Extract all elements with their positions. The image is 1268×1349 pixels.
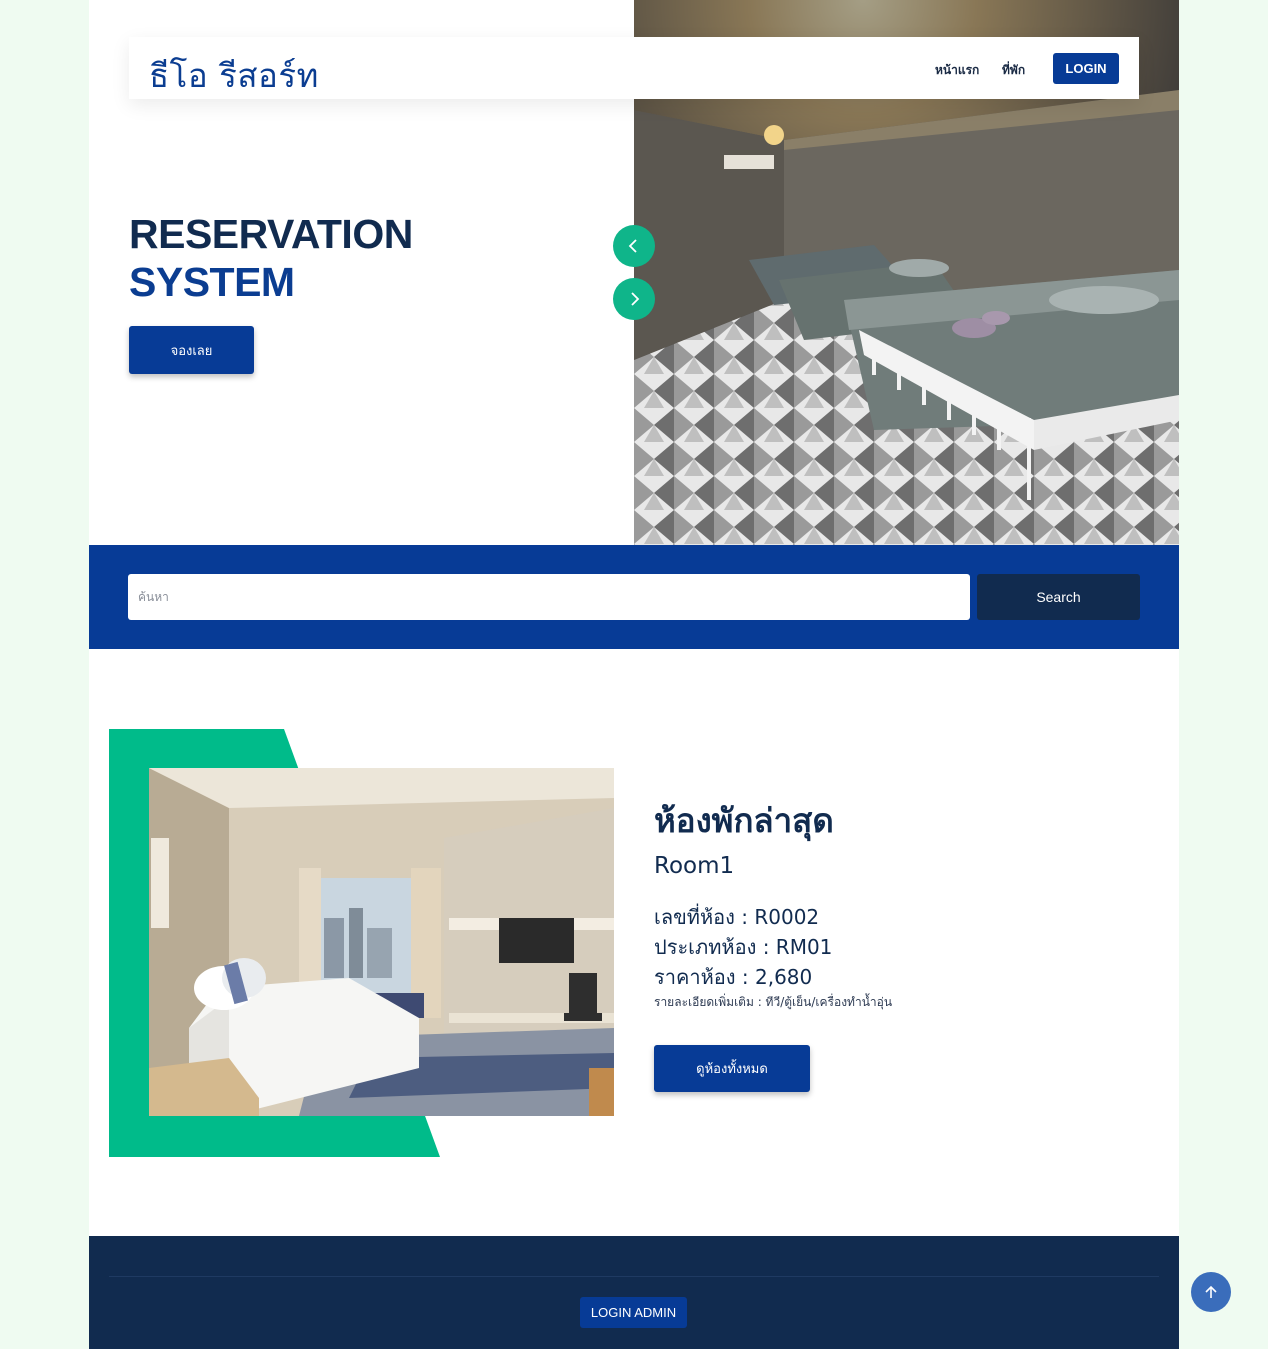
brand-logo[interactable]: ธีโอ รีสอร์ท <box>149 49 319 102</box>
room-type: ประเภทห้อง : RM01 <box>654 935 833 959</box>
chevron-left-icon <box>628 239 637 253</box>
view-all-rooms-button[interactable]: ดูห้องทั้งหมด <box>654 1045 810 1092</box>
search-input[interactable] <box>128 574 970 620</box>
room-price: ราคาห้อง : 2,680 <box>654 965 813 989</box>
carousel-prev-button[interactable] <box>613 225 655 267</box>
room-name: Room1 <box>654 853 735 879</box>
search-button[interactable]: Search <box>977 574 1140 620</box>
nav-link-rooms[interactable]: ที่พัก <box>1002 61 1025 80</box>
hero-title-line1: RESERVATION <box>129 211 413 257</box>
back-to-top-button[interactable] <box>1191 1272 1231 1312</box>
page: ธีโอ รีสอร์ท หน้าแรก ที่พัก LOGIN RESERV… <box>89 0 1179 1349</box>
footer-divider <box>109 1276 1159 1277</box>
admin-login-button[interactable]: LOGIN ADMIN <box>580 1297 687 1328</box>
chevron-right-icon <box>631 292 640 306</box>
footer: LOGIN ADMIN <box>89 1236 1179 1349</box>
login-button[interactable]: LOGIN <box>1053 53 1119 84</box>
arrow-up-icon <box>1205 1285 1217 1298</box>
room-illustration <box>149 768 614 1116</box>
search-bar-section: Search <box>89 545 1179 649</box>
top-navbar: ธีโอ รีสอร์ท หน้าแรก ที่พัก LOGIN <box>129 37 1139 99</box>
hero-title-line2: SYSTEM <box>129 259 295 305</box>
hero-section: ธีโอ รีสอร์ท หน้าแรก ที่พัก LOGIN RESERV… <box>89 0 1179 545</box>
room-number: เลขที่ห้อง : R0002 <box>654 905 820 929</box>
latest-room-section: ห้องพักล่าสุด Room1 เลขที่ห้อง : R0002 ป… <box>89 649 1179 1236</box>
book-now-button[interactable]: จองเลย <box>129 326 254 374</box>
room-photo <box>149 768 614 1116</box>
nav-link-home[interactable]: หน้าแรก <box>935 61 979 80</box>
hero-title: RESERVATION SYSTEM <box>129 210 549 306</box>
carousel-next-button[interactable] <box>613 278 655 320</box>
room-extra-details: รายละเอียดเพิ่มเติม : ทีวี/ตู้เย็น/เครื่… <box>654 995 893 1009</box>
latest-rooms-heading: ห้องพักล่าสุด <box>654 801 834 840</box>
